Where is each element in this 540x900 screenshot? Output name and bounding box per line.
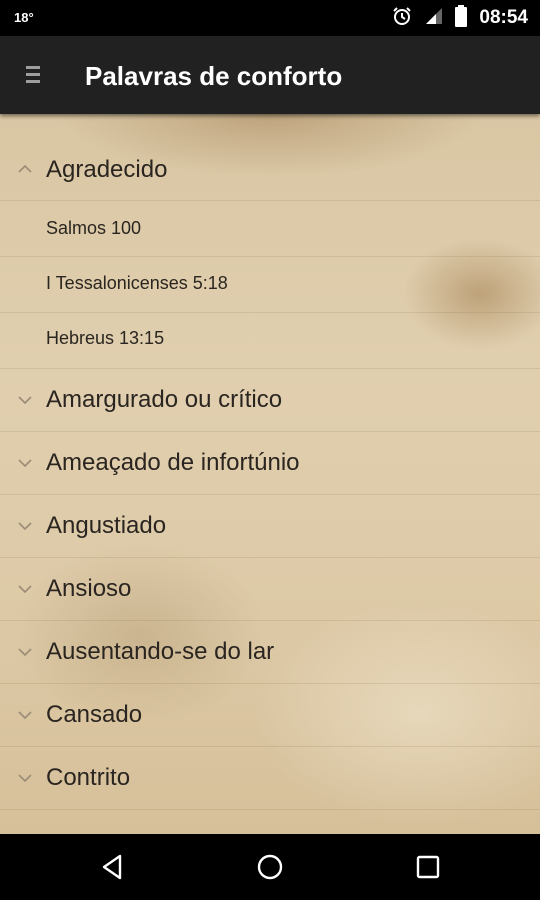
chevron-down-icon xyxy=(18,584,32,594)
chevron-down-icon xyxy=(18,395,32,405)
recents-icon[interactable] xyxy=(413,852,443,882)
group-label: Ausentando-se do lar xyxy=(46,638,275,665)
list-group-agradecido[interactable]: Agradecido xyxy=(0,138,540,201)
list-group-amargurado[interactable]: Amargurado ou crítico xyxy=(0,368,540,432)
list-group-angustiado[interactable]: Angustiado xyxy=(0,494,540,558)
group-label: Angustiado xyxy=(46,512,167,539)
child-label: Salmos 100 xyxy=(46,218,142,238)
status-time: 08:54 xyxy=(479,7,528,28)
chevron-down-icon xyxy=(18,521,32,531)
back-icon[interactable] xyxy=(98,852,128,882)
list-group-contrito[interactable]: Contrito xyxy=(0,746,540,810)
child-label: I Tessalonicenses 5:18 xyxy=(46,273,228,293)
menu-icon[interactable] xyxy=(24,64,44,86)
chevron-up-icon xyxy=(18,164,32,174)
list-group-ameacado[interactable]: Ameaçado de infortúnio xyxy=(0,431,540,495)
battery-icon xyxy=(455,4,468,32)
chevron-down-icon xyxy=(18,458,32,468)
status-temperature: 18° xyxy=(14,10,34,25)
list-group-ansioso[interactable]: Ansioso xyxy=(0,557,540,621)
alarm-icon xyxy=(391,5,413,32)
list-item[interactable]: Hebreus 13:15 xyxy=(0,312,540,369)
group-label: Agradecido xyxy=(46,156,168,183)
group-label: Cansado xyxy=(46,701,143,728)
list-item[interactable]: I Tessalonicenses 5:18 xyxy=(0,256,540,313)
chevron-down-icon xyxy=(18,647,32,657)
navigation-bar xyxy=(0,834,540,900)
page-title: Palavras de conforto xyxy=(85,61,343,91)
group-label: Ameaçado de infortúnio xyxy=(46,449,300,476)
list-group-ausentando[interactable]: Ausentando-se do lar xyxy=(0,620,540,684)
expandable-list: Agradecido Salmos 100 I Tessalonicenses … xyxy=(0,114,540,834)
child-label: Hebreus 13:15 xyxy=(46,328,165,348)
home-icon[interactable] xyxy=(255,852,285,882)
status-bar: 18° 08:54 xyxy=(0,0,540,36)
list-group-cansado[interactable]: Cansado xyxy=(0,683,540,747)
list-item[interactable]: Salmos 100 xyxy=(0,200,540,257)
app-bar: Palavras de conforto xyxy=(0,36,540,114)
status-icons: 08:54 xyxy=(391,0,528,36)
signal-icon xyxy=(425,7,443,30)
group-label: Contrito xyxy=(46,764,131,791)
group-label: Ansioso xyxy=(46,575,132,602)
group-label: Amargurado ou crítico xyxy=(46,386,283,413)
chevron-down-icon xyxy=(18,710,32,720)
chevron-down-icon xyxy=(18,773,32,783)
